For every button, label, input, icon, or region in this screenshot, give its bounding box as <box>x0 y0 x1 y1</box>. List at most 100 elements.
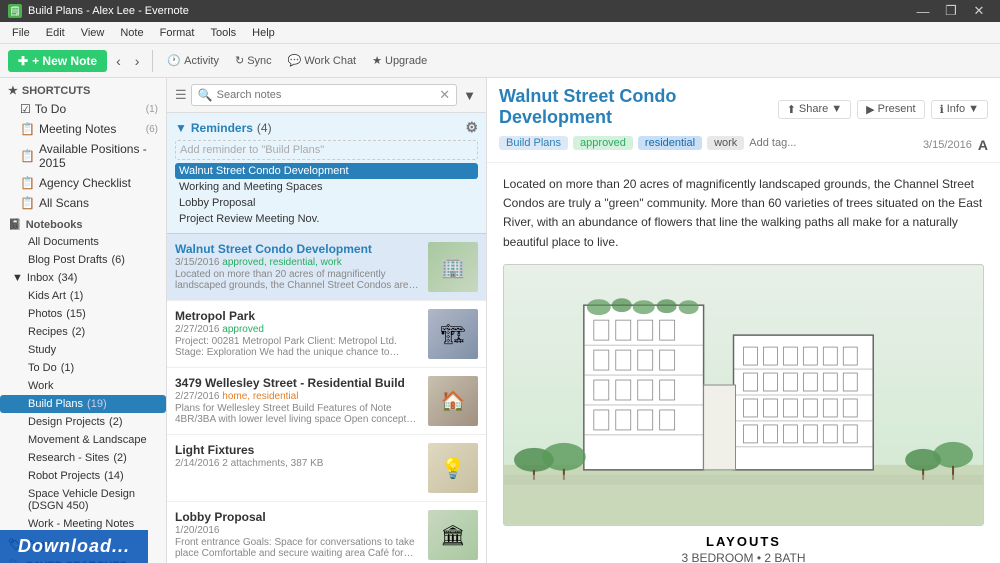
note-card-content-0: Walnut Street Condo Development 3/15/201… <box>175 242 422 292</box>
tag-approved[interactable]: approved <box>573 136 633 150</box>
note-card-content-1: Metropol Park 2/27/2016 approved Project… <box>175 309 422 359</box>
sidebar-research-sites[interactable]: Research - Sites (2) <box>0 449 166 467</box>
sidebar-kids-art[interactable]: Kids Art (1) <box>0 287 166 305</box>
sidebar-work[interactable]: Work <box>0 377 166 395</box>
activity-icon: 🕐 <box>167 54 181 67</box>
note-thumb-2: 🏠 <box>428 376 478 426</box>
search-dropdown-button[interactable]: ▼ <box>461 86 478 105</box>
note-card-1[interactable]: Metropol Park 2/27/2016 approved Project… <box>167 301 486 368</box>
activity-button[interactable]: 🕐 Activity <box>161 51 225 70</box>
new-note-button[interactable]: ✚ + New Note <box>8 50 107 72</box>
share-chevron-icon: ▼ <box>831 103 842 115</box>
maximize-button[interactable]: ❐ <box>938 0 964 22</box>
share-button[interactable]: ⬆ Share ▼ <box>778 100 851 119</box>
nav-back-button[interactable]: ‹ <box>111 51 126 71</box>
info-button[interactable]: ℹ Info ▼ <box>931 100 988 119</box>
menu-bar: File Edit View Note Format Tools Help <box>0 22 1000 44</box>
search-box: 🔍 ✕ <box>191 84 457 106</box>
reminder-item-0[interactable]: Walnut Street Condo Development <box>175 163 478 179</box>
sync-button[interactable]: ↻ Sync <box>229 51 278 70</box>
sidebar-movement-landscape[interactable]: Movement & Landscape <box>0 431 166 449</box>
main-layout: ★ Shortcuts ☑ To Do (1) 📋 Meeting Notes … <box>0 78 1000 563</box>
note-card-3[interactable]: Light Fixtures 2/14/2016 2 attachments, … <box>167 435 486 502</box>
note-card-content-2: 3479 Wellesley Street - Residential Buil… <box>175 376 422 426</box>
star-icon: ★ <box>8 84 18 97</box>
note-list-scroll[interactable]: Walnut Street Condo Development 3/15/201… <box>167 234 486 563</box>
title-bar: 🗒 Build Plans - Alex Lee - Evernote — ❐ … <box>0 0 1000 22</box>
sidebar-todo-child[interactable]: To Do (1) <box>0 359 166 377</box>
add-tag-input[interactable] <box>749 137 819 149</box>
note-card-content-4: Lobby Proposal 1/20/2016 Front entrance … <box>175 510 422 560</box>
menu-help[interactable]: Help <box>244 25 283 41</box>
note-sort-alpha[interactable]: A <box>978 137 988 153</box>
note-card-4[interactable]: Lobby Proposal 1/20/2016 Front entrance … <box>167 502 486 563</box>
sidebar-design-projects[interactable]: Design Projects (2) <box>0 413 166 431</box>
sidebar-inbox[interactable]: ▼ Inbox (34) <box>0 269 166 287</box>
search-icon-small: 🔍 <box>198 88 213 102</box>
nav-forward-button[interactable]: › <box>130 51 145 71</box>
note-detail: Walnut Street Condo Development ⬆ Share … <box>487 78 1000 563</box>
sidebar-all-documents[interactable]: All Documents <box>0 233 166 251</box>
sidebar-item-all-scans[interactable]: 📋 All Scans <box>0 193 166 213</box>
reminder-arrow-icon: ▼ <box>175 121 187 135</box>
app-icon: 🗒 <box>8 4 22 18</box>
reminders-section: ▼ Reminders (4) ⚙ Add reminder to "Build… <box>167 113 486 234</box>
note-icon4: 📋 <box>20 196 35 210</box>
note-detail-title: Walnut Street Condo Development <box>499 86 778 128</box>
reminder-item-3[interactable]: Project Review Meeting Nov. <box>175 211 478 227</box>
sidebar: ★ Shortcuts ☑ To Do (1) 📋 Meeting Notes … <box>0 78 167 563</box>
present-icon: ▶ <box>866 103 874 116</box>
note-card-0[interactable]: Walnut Street Condo Development 3/15/201… <box>167 234 486 301</box>
info-icon: ℹ <box>940 103 944 116</box>
sidebar-build-plans[interactable]: Build Plans (19) <box>0 395 166 413</box>
work-chat-button[interactable]: 💬 Work Chat <box>282 51 362 70</box>
note-detail-actions: ⬆ Share ▼ ▶ Present ℹ Info ▼ <box>778 100 988 119</box>
sidebar-blog-post-drafts[interactable]: Blog Post Drafts (6) <box>0 251 166 269</box>
note-image <box>503 264 984 526</box>
reminders-settings-button[interactable]: ⚙ <box>465 119 478 136</box>
reminder-add-field[interactable]: Add reminder to "Build Plans" <box>175 140 478 160</box>
sidebar-study[interactable]: Study <box>0 341 166 359</box>
sidebar-item-todo[interactable]: ☑ To Do (1) <box>0 99 166 119</box>
menu-format[interactable]: Format <box>152 25 203 41</box>
bedroom-caption: 3 BEDROOM • 2 BATH <box>503 551 984 563</box>
menu-edit[interactable]: Edit <box>38 25 73 41</box>
note-icon3: 📋 <box>20 176 35 190</box>
reminder-item-1[interactable]: Working and Meeting Spaces <box>175 179 478 195</box>
menu-note[interactable]: Note <box>112 25 151 41</box>
search-input[interactable] <box>217 89 436 101</box>
layouts-caption: LAYOUTS <box>503 534 984 549</box>
window-controls[interactable]: — ❐ ✕ <box>910 0 992 22</box>
menu-tools[interactable]: Tools <box>202 25 244 41</box>
note-thumb-1: 🏗 <box>428 309 478 359</box>
upgrade-icon: ★ <box>372 54 382 67</box>
note-body-text: Located on more than 20 acres of magnifi… <box>503 175 984 252</box>
sidebar-item-meeting-notes[interactable]: 📋 Meeting Notes (6) <box>0 119 166 139</box>
note-thumb-0: 🏢 <box>428 242 478 292</box>
sidebar-item-available-positions[interactable]: 📋 Available Positions - 2015 <box>0 139 166 173</box>
note-thumb-4: 🏛 <box>428 510 478 560</box>
search-clear-button[interactable]: ✕ <box>439 87 450 103</box>
tag-work[interactable]: work <box>707 136 744 150</box>
sidebar-space-vehicle[interactable]: Space Vehicle Design (DSGN 450) <box>0 485 166 515</box>
notebook-icon: 📓 <box>8 218 22 231</box>
sidebar-photos[interactable]: Photos (15) <box>0 305 166 323</box>
close-button[interactable]: ✕ <box>966 0 992 22</box>
minimize-button[interactable]: — <box>910 0 936 22</box>
upgrade-button[interactable]: ★ Upgrade <box>366 51 433 70</box>
sidebar-robot-projects[interactable]: Robot Projects (14) <box>0 467 166 485</box>
sidebar-recipes[interactable]: Recipes (2) <box>0 323 166 341</box>
note-detail-body[interactable]: Located on more than 20 acres of magnifi… <box>487 163 1000 563</box>
note-card-2[interactable]: 3479 Wellesley Street - Residential Buil… <box>167 368 486 435</box>
view-options-button[interactable]: ☰ <box>175 87 187 103</box>
present-button[interactable]: ▶ Present <box>857 100 924 119</box>
checkbox-icon: ☑ <box>20 102 31 116</box>
menu-view[interactable]: View <box>73 25 113 41</box>
note-date: 3/15/2016 <box>923 139 972 151</box>
new-note-icon: ✚ <box>18 54 28 68</box>
sidebar-item-agency-checklist[interactable]: 📋 Agency Checklist <box>0 173 166 193</box>
reminder-item-2[interactable]: Lobby Proposal <box>175 195 478 211</box>
menu-file[interactable]: File <box>4 25 38 41</box>
tag-residential[interactable]: residential <box>638 136 702 150</box>
tag-build-plans[interactable]: Build Plans <box>499 136 568 150</box>
